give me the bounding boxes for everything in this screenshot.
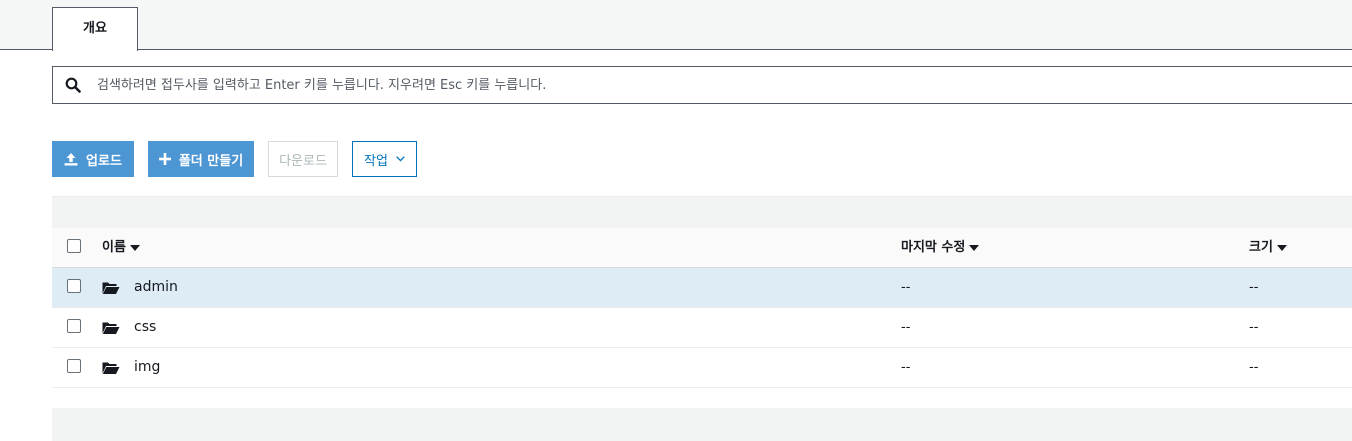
column-header-modified[interactable]: 마지막 수정 bbox=[901, 228, 980, 267]
upload-icon bbox=[64, 153, 78, 166]
folder-open-icon bbox=[102, 362, 120, 374]
create-folder-button[interactable]: 폴더 만들기 bbox=[148, 141, 254, 177]
table-footer-strip bbox=[52, 408, 1352, 441]
column-modified-label: 마지막 수정 bbox=[901, 240, 966, 255]
upload-label: 업로드 bbox=[86, 153, 122, 169]
table-row[interactable]: admin -- -- bbox=[52, 268, 1352, 308]
search-icon bbox=[65, 77, 81, 93]
row-checkbox[interactable] bbox=[67, 319, 81, 333]
search-input[interactable] bbox=[97, 67, 1297, 103]
download-button[interactable]: 다운로드 bbox=[268, 141, 338, 177]
sort-caret-icon bbox=[1276, 245, 1287, 251]
actions-dropdown-button[interactable]: 작업 bbox=[352, 141, 417, 177]
row-checkbox[interactable] bbox=[67, 359, 81, 373]
create-folder-label: 폴더 만들기 bbox=[178, 153, 244, 169]
modified-cell: -- bbox=[901, 280, 911, 295]
size-cell: -- bbox=[1249, 360, 1259, 375]
table-header: 이름 마지막 수정 크기 bbox=[52, 228, 1352, 268]
folder-open-icon bbox=[102, 322, 120, 334]
search-bar bbox=[52, 66, 1352, 104]
sort-caret-icon bbox=[969, 245, 980, 251]
chevron-down-icon bbox=[396, 156, 405, 162]
folder-open-icon bbox=[102, 282, 120, 294]
name-cell: css bbox=[102, 308, 156, 347]
modified-cell: -- bbox=[901, 360, 911, 375]
row-checkbox[interactable] bbox=[67, 279, 81, 293]
select-all-checkbox[interactable] bbox=[67, 239, 81, 253]
tab-bar bbox=[0, 0, 1352, 50]
modified-cell: -- bbox=[901, 320, 911, 335]
name-cell: admin bbox=[102, 268, 178, 307]
column-header-name[interactable]: 이름 bbox=[102, 228, 140, 267]
table-row[interactable]: img -- -- bbox=[52, 348, 1352, 388]
sort-caret-icon bbox=[129, 245, 140, 251]
size-cell: -- bbox=[1249, 320, 1259, 335]
column-name-label: 이름 bbox=[102, 240, 126, 255]
size-cell: -- bbox=[1249, 280, 1259, 295]
column-size-label: 크기 bbox=[1249, 240, 1273, 255]
folder-name-link[interactable]: admin bbox=[134, 268, 178, 307]
column-header-size[interactable]: 크기 bbox=[1249, 228, 1287, 267]
upload-button[interactable]: 업로드 bbox=[52, 141, 134, 177]
actions-label: 작업 bbox=[364, 153, 388, 169]
download-label: 다운로드 bbox=[279, 153, 327, 169]
tab-overview[interactable]: 개요 bbox=[52, 7, 138, 51]
folder-name-link[interactable]: img bbox=[134, 348, 160, 387]
table-toolbar-strip bbox=[52, 196, 1352, 228]
name-cell: img bbox=[102, 348, 160, 387]
table-row[interactable]: css -- -- bbox=[52, 308, 1352, 348]
folder-name-link[interactable]: css bbox=[134, 308, 156, 347]
plus-icon bbox=[158, 153, 171, 165]
